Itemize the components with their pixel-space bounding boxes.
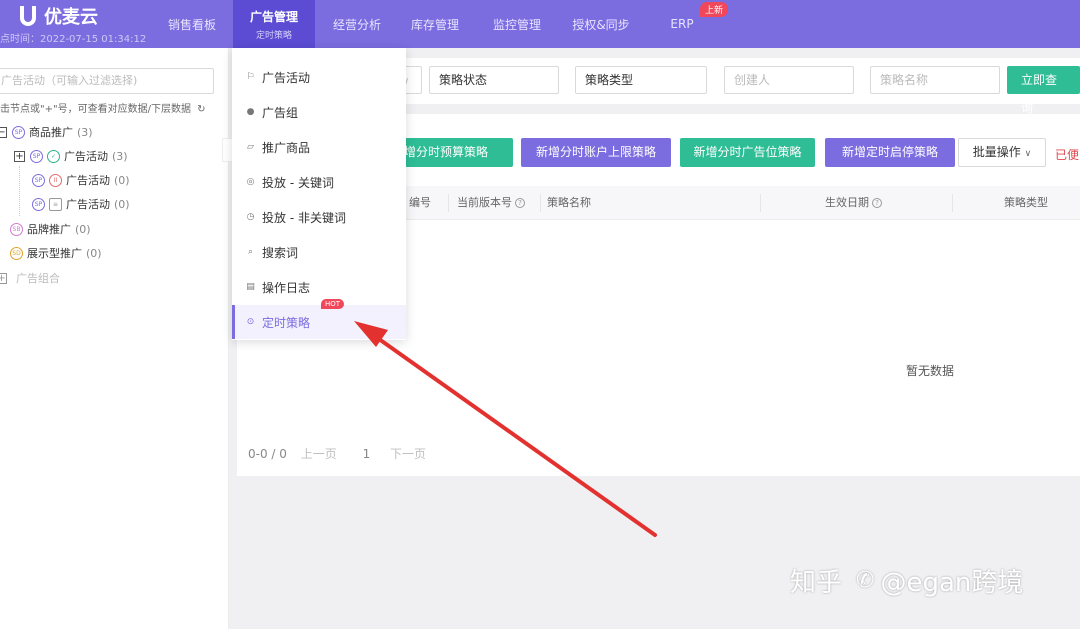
watermark: 知乎 ✆ @egan跨境 — [790, 562, 1023, 599]
wechat-icon: ✆ — [856, 568, 875, 593]
arrow-shaft — [370, 332, 657, 537]
watermark-site: 知乎 — [790, 568, 843, 598]
annotation-arrow — [354, 321, 657, 537]
watermark-author: @egan跨境 — [880, 568, 1024, 598]
